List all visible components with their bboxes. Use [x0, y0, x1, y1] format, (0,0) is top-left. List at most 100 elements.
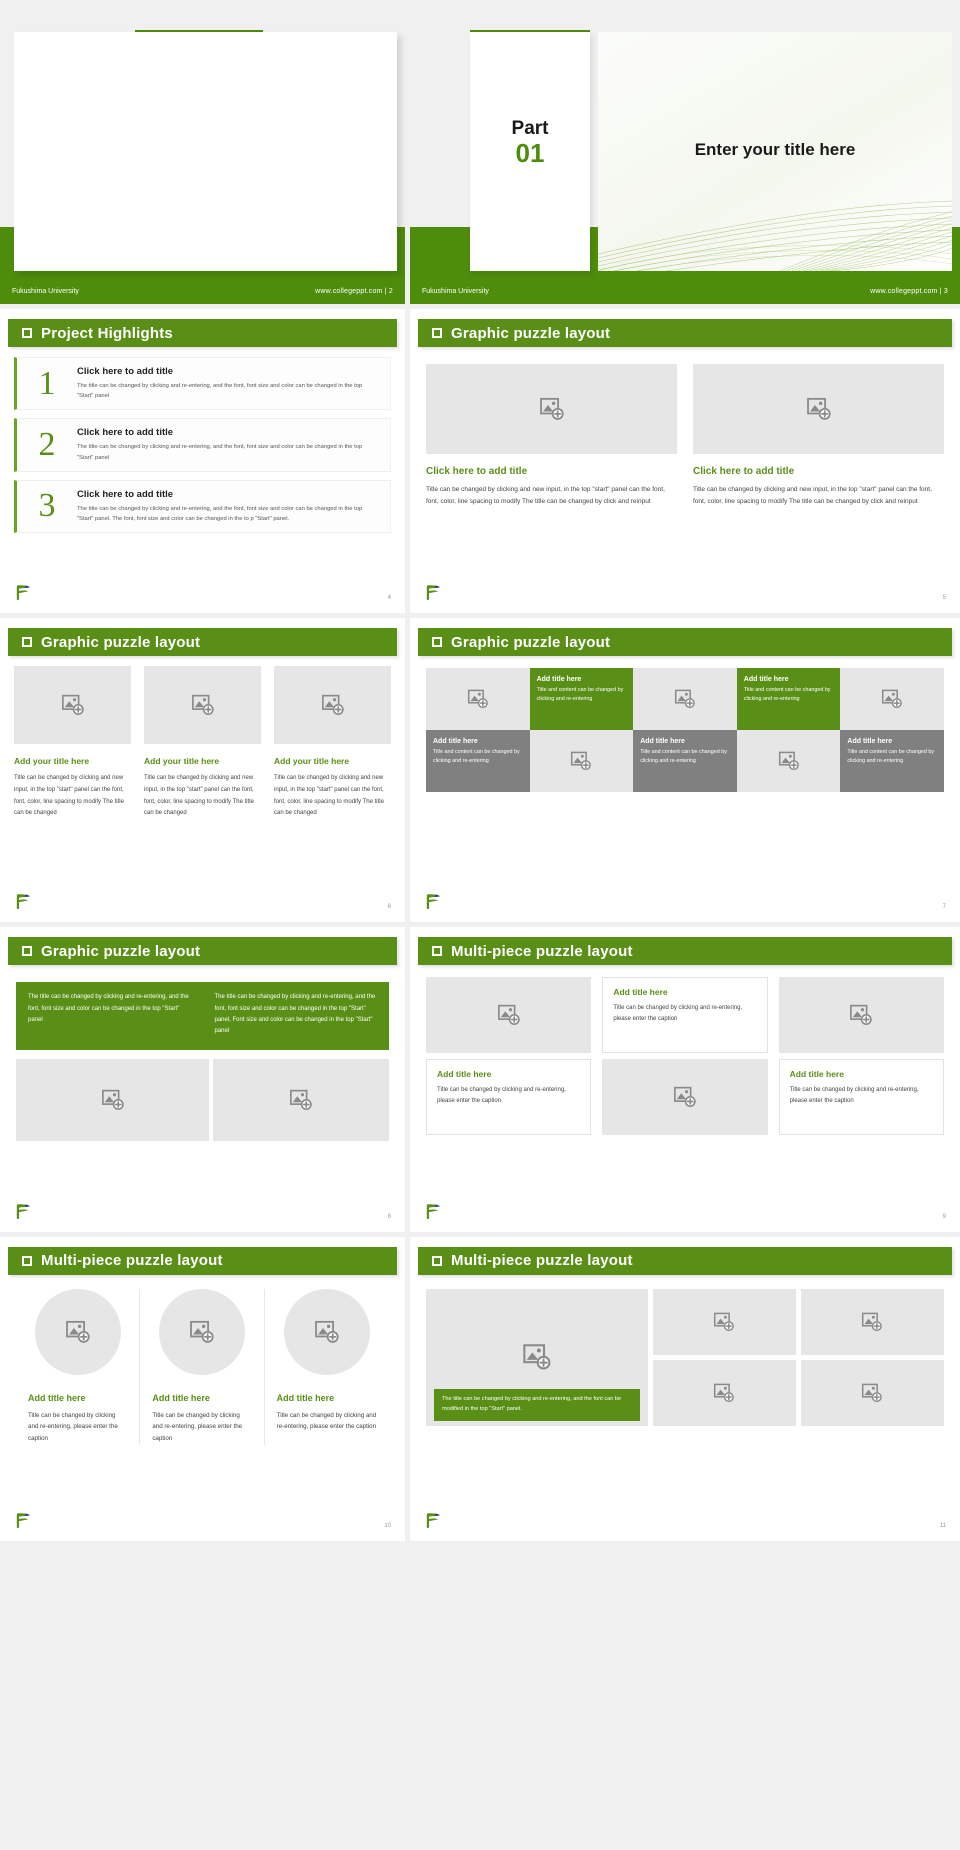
list-item[interactable]: 1 Click here to add title The title can … [14, 357, 391, 411]
item-number: 1 [38, 364, 56, 402]
image-placeholder[interactable] [158, 1288, 245, 1375]
mosaic-text-cell[interactable]: Add title here Title and content can be … [840, 730, 944, 793]
image-placeholder[interactable] [426, 977, 592, 1054]
cell-desc: Title and content can be changed by clic… [536, 687, 624, 702]
cell-desc: Title and content can be changed by clic… [640, 749, 727, 764]
mosaic-text-cell[interactable]: Add title here Title and content can be … [736, 668, 841, 731]
mosaic-text-cell[interactable]: Add title here Title and content can be … [633, 730, 737, 793]
slide-project-highlights: Project Highlights 1 Click here to add t… [0, 309, 405, 614]
image-placeholder[interactable] [633, 668, 737, 731]
footer-site: www.collegeppt.com | 3 [870, 288, 948, 295]
contents-card [14, 32, 397, 272]
slide-header-title: Project Highlights [41, 324, 173, 342]
image-placeholder[interactable] [213, 1059, 389, 1142]
image-placeholder[interactable] [34, 1288, 121, 1375]
image-placeholder[interactable] [602, 1059, 768, 1136]
list-item[interactable]: 3 Click here to add title The title can … [14, 479, 391, 533]
footer-url: www.collegeppt.com | [315, 287, 387, 295]
page-number: 3 [943, 287, 948, 295]
image-placeholder[interactable] [14, 666, 131, 745]
column: Add your title here Title can be changed… [14, 666, 131, 820]
item-body: Click here to add title The title can be… [77, 489, 380, 524]
slide-header: Multi-piece puzzle layout [418, 1246, 952, 1275]
caption-title: Add title here [152, 1392, 210, 1403]
caption-title: Add title here [28, 1392, 86, 1403]
image-placeholder[interactable] [426, 668, 530, 731]
image-placeholder-large[interactable]: The title can be changed by clicking and… [426, 1288, 648, 1426]
text-box[interactable]: Add title here Title can be changed by c… [426, 1059, 592, 1136]
image-placeholder[interactable] [800, 1288, 944, 1355]
text-box[interactable]: Add title here Title can be changed by c… [778, 1059, 944, 1136]
caption-title: Add title here [276, 1392, 335, 1403]
slide-contents: CONTENTS 1 Enter your title here 5 Enter… [0, 0, 405, 305]
cell-title: Add title here [743, 676, 789, 684]
slide-header: Multi-piece puzzle layout [418, 937, 952, 966]
slide-header: Graphic puzzle layout [418, 628, 952, 657]
caption-desc: Title can be changed by clicking and new… [426, 486, 665, 506]
square-bullet-icon [432, 637, 442, 648]
mosaic-text-cell[interactable]: Add title here Title and content can be … [529, 668, 634, 731]
caption-title: Click here to add title [426, 466, 528, 478]
leaf-logo-icon [424, 583, 442, 601]
caption: Add title here Title can be changed by c… [28, 1393, 127, 1445]
image-placeholder[interactable] [693, 364, 944, 455]
part-label: Part [511, 118, 549, 139]
item-desc: The title can be changed by clicking and… [77, 383, 363, 400]
leaf-logo-icon [14, 892, 32, 910]
image-placeholder[interactable] [800, 1359, 944, 1426]
caption: Add your title here Title can be changed… [144, 756, 261, 820]
image-placeholder[interactable] [274, 666, 391, 745]
image-placeholder[interactable] [778, 977, 944, 1054]
leaf-logo-icon [424, 892, 442, 910]
slide-graphic-puzzle-two: Graphic puzzle layout Click here to add … [410, 309, 960, 614]
caption-title: Click here to add title [693, 466, 795, 478]
image-placeholder[interactable] [529, 730, 634, 793]
slide-header: Graphic puzzle layout [418, 319, 952, 348]
cell-title: Add title here [433, 738, 478, 746]
text-box[interactable]: Add title here Title can be changed by c… [602, 977, 768, 1054]
caption: Add title here Title can be changed by c… [277, 1393, 377, 1434]
cell-desc: Title and content can be changed by clic… [743, 687, 831, 702]
highlight-list: 1 Click here to add title The title can … [14, 357, 391, 533]
leaf-logo-icon [14, 1202, 32, 1220]
banner-left-text: The title can be changed by clicking and… [28, 994, 189, 1023]
slide-deck-grid: CONTENTS 1 Enter your title here 5 Enter… [0, 0, 960, 1850]
slide-header-title: Multi-piece puzzle layout [451, 942, 633, 960]
square-bullet-icon [22, 1255, 32, 1266]
slide-multipiece-feature: Multi-piece puzzle layout The title can … [410, 1236, 960, 1541]
image-placeholder[interactable] [144, 666, 261, 745]
item-body: Click here to add title The title can be… [77, 366, 380, 401]
square-bullet-icon [22, 946, 32, 957]
list-item[interactable]: 2 Click here to add title The title can … [14, 418, 391, 472]
page-number: 10 [384, 1522, 391, 1529]
item-number: 3 [38, 487, 56, 525]
caption-strip: The title can be changed by clicking and… [434, 1389, 640, 1421]
slide-header: Graphic puzzle layout [8, 628, 397, 657]
slide-footer: Fukushima University www.collegeppt.com … [410, 278, 960, 305]
image-placeholder[interactable] [736, 730, 841, 793]
slide-header-title: Graphic puzzle layout [451, 633, 611, 651]
cell-title: Add title here [640, 738, 685, 746]
mosaic-text-cell[interactable]: Add title here Title and content can be … [426, 730, 530, 793]
caption-title: Add your title here [14, 756, 90, 767]
box-desc: Title can be changed by clicking and re-… [789, 1087, 919, 1105]
column: Click here to add title Title can be cha… [426, 364, 677, 508]
caption-desc: Title can be changed by clicking and new… [693, 486, 932, 506]
caption: Click here to add title Title can be cha… [426, 466, 677, 508]
image-placeholder[interactable] [652, 1359, 796, 1426]
image-placeholder[interactable] [840, 668, 944, 731]
caption-desc: Title can be changed by clicking and new… [14, 775, 124, 817]
cell-desc: Title and content can be changed by clic… [847, 749, 935, 764]
image-placeholder[interactable] [426, 364, 677, 455]
feature-grid: The title can be changed by clicking and… [426, 1288, 944, 1426]
three-column-layout: Add your title here Title can be changed… [14, 666, 391, 820]
caption: Add your title here Title can be changed… [274, 756, 391, 820]
column: Add your title here Title can be changed… [274, 666, 391, 820]
image-placeholder[interactable] [16, 1059, 210, 1142]
multipiece-grid: Add title here Title can be changed by c… [426, 977, 944, 1136]
square-bullet-icon [432, 946, 442, 957]
image-placeholder[interactable] [652, 1288, 796, 1355]
part-number: 01 [515, 138, 545, 168]
column: Add your title here Title can be changed… [144, 666, 261, 820]
image-placeholder[interactable] [283, 1288, 370, 1375]
